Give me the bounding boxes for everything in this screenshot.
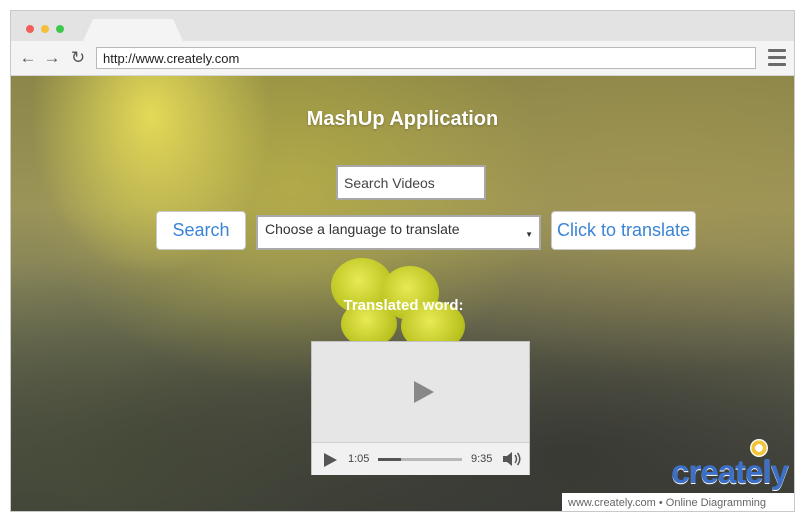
address-bar[interactable]: http://www.creately.com [96,47,756,69]
hamburger-menu-icon[interactable] [768,49,786,67]
browser-window: ← → ↻ http://www.creately.com MashUp App… [10,10,795,512]
back-arrow-icon[interactable]: ← [17,47,39,69]
browser-toolbar: ← → ↻ http://www.creately.com [11,41,794,76]
page-title: MashUp Application [306,108,499,130]
close-window-button[interactable] [26,25,34,33]
reload-icon[interactable]: ↻ [67,47,89,69]
volume-icon[interactable] [502,451,522,467]
search-button[interactable]: Search [156,211,246,250]
video-player: 1:05 9:35 [311,341,530,475]
language-select-value: Choose a language to translate [265,221,460,237]
video-screen[interactable] [312,342,529,441]
creately-logo: creately [671,439,789,491]
minimize-window-button[interactable] [41,25,49,33]
total-time: 9:35 [471,453,493,465]
forward-arrow-icon[interactable]: → [41,47,63,69]
maximize-window-button[interactable] [56,25,64,33]
browser-tab[interactable] [83,19,183,41]
watermark-footer: www.creately.com • Online Diagramming [562,493,794,511]
video-progress-fill [378,458,401,461]
page-viewport: MashUp Application Search Videos Search … [11,76,794,511]
video-progress-bar[interactable] [378,458,462,461]
video-controls: 1:05 9:35 [312,442,529,475]
language-select[interactable]: Choose a language to translate ▼ [256,215,541,250]
play-icon[interactable] [324,453,337,467]
current-time: 1:05 [348,453,370,465]
title-bar [11,11,794,41]
chevron-down-icon: ▼ [525,230,533,239]
play-icon[interactable] [413,380,434,403]
lightbulb-icon [750,439,768,457]
search-videos-input[interactable]: Search Videos [336,165,486,200]
translated-word-label: Translated word: [343,297,464,314]
translate-button[interactable]: Click to translate [551,211,696,250]
